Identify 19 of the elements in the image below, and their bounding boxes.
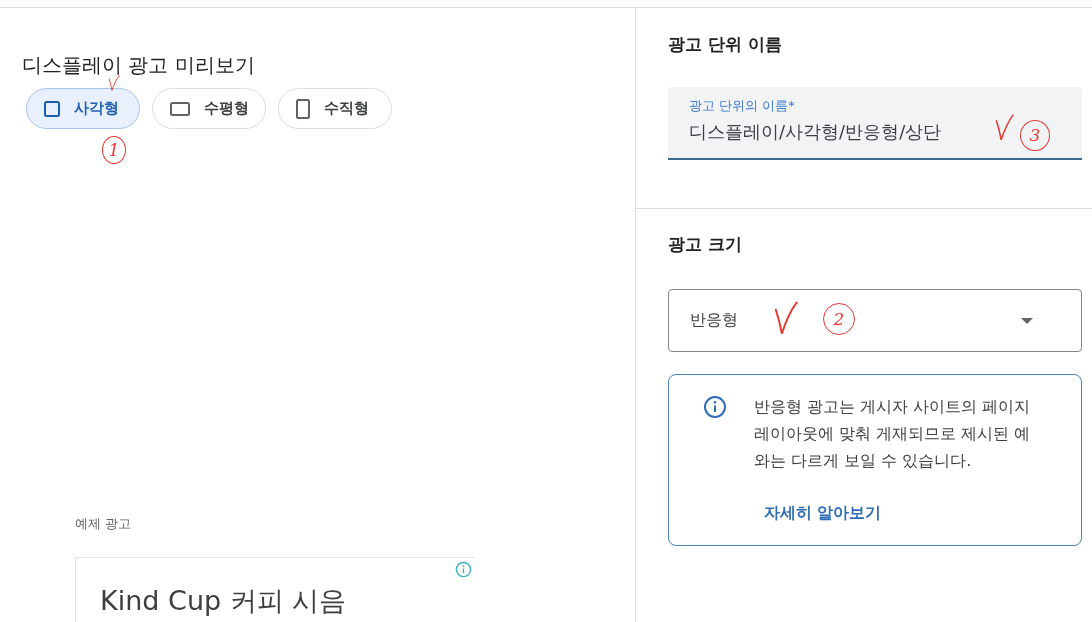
section-heading: 광고 단위 이름 bbox=[668, 33, 783, 56]
ad-headline: Kind Cup 커피 시음 bbox=[100, 585, 348, 617]
notice-text: 반응형 광고는 게시자 사이트의 페이지 레이아웃에 맞춰 게재되므로 제시된 예와는 다르게 보일 수 있습니다. bbox=[754, 396, 1032, 472]
floating-label: 광고 단위의 이름* bbox=[689, 98, 795, 114]
tall-rectangle-icon bbox=[296, 98, 310, 119]
text-input-field[interactable]: 광고 단위의 이름* 디스플레이/사각형/반응형/상단 3 bbox=[668, 87, 1082, 160]
preview-title: 디스플레이 광고 미리보기 bbox=[22, 54, 255, 76]
info-icon bbox=[455, 561, 472, 578]
format-chip[interactable]: 사각형 bbox=[26, 88, 140, 129]
info-icon bbox=[703, 395, 727, 419]
sample-ad-label: 예제 광고 bbox=[75, 515, 132, 533]
size-dropdown[interactable]: 반응형 2 bbox=[668, 289, 1082, 352]
format-chip[interactable]: 수직형 bbox=[278, 88, 392, 129]
dropdown-arrow-icon bbox=[1021, 317, 1033, 324]
format-chip[interactable]: 수평형 bbox=[152, 88, 266, 129]
square-outline-icon bbox=[44, 100, 60, 117]
section-heading: 광고 크기 bbox=[668, 233, 743, 256]
wide-rectangle-icon bbox=[170, 101, 190, 116]
learn-more-link[interactable]: 자세히 알아보기 bbox=[764, 501, 882, 525]
